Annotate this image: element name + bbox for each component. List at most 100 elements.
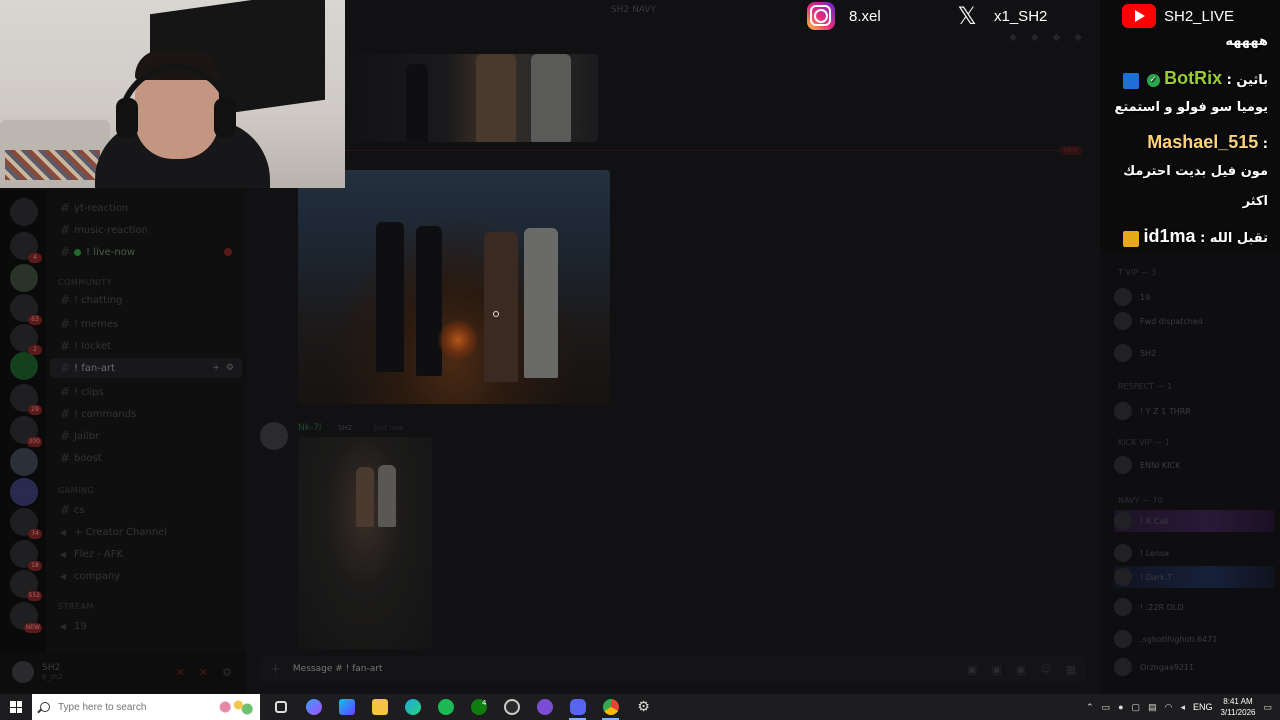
server-icon[interactable] (10, 448, 38, 476)
new-badge: NEW (1059, 146, 1082, 155)
mic-muted-icon[interactable]: ✕ (176, 666, 185, 679)
avatar[interactable] (260, 422, 288, 450)
thread-icon[interactable]: ◆ (1009, 32, 1017, 43)
fan-art-image[interactable] (298, 437, 432, 649)
server-icon[interactable]: NEW (10, 602, 42, 633)
server-icon[interactable]: 4 (10, 232, 42, 263)
gear-icon[interactable]: ⚙ (226, 363, 234, 373)
server-icon[interactable] (10, 198, 38, 226)
channel-item[interactable]: #! memes (50, 314, 242, 334)
member-row[interactable]: .sghotlhighoh.6471 (1114, 628, 1274, 650)
server-icon[interactable] (10, 264, 38, 292)
taskbar-app[interactable] (330, 694, 363, 720)
taskbar-app[interactable]: ⚙ (627, 694, 660, 720)
server-icon[interactable] (10, 478, 38, 506)
gift-icon[interactable]: ▣ (967, 663, 977, 676)
unread-badge (224, 248, 232, 256)
voice-channel[interactable]: ◂ company (50, 566, 242, 586)
member-row[interactable]: ! Lenox (1114, 542, 1274, 564)
taskbar-app[interactable] (363, 694, 396, 720)
server-icon[interactable]: 18 (10, 540, 42, 571)
voice-channel[interactable]: ◂ Flez - AFK (50, 544, 242, 564)
taskbar-app[interactable] (396, 694, 429, 720)
language-indicator[interactable]: ENG (1193, 702, 1213, 712)
member-row[interactable]: ! R Cali (1114, 510, 1274, 532)
member-row[interactable]: Fwd dispatched (1114, 310, 1274, 332)
member-row[interactable]: ! Y Z 1 THRR (1114, 400, 1274, 422)
avatar[interactable] (12, 661, 34, 683)
taskbar-app[interactable] (528, 694, 561, 720)
volume-icon[interactable]: ◂ (1180, 702, 1185, 713)
fan-art-image[interactable] (298, 170, 610, 404)
taskbar-app[interactable]: 4 (462, 694, 495, 720)
taskbar-app-discord[interactable] (561, 694, 594, 720)
taskbar-app[interactable] (297, 694, 330, 720)
server-rail: 4 63 2 29 300 34 18 552 NEW (0, 190, 46, 690)
member-row[interactable]: ENNI KICK (1114, 454, 1274, 476)
message-author[interactable]: Nk-7l (298, 423, 321, 433)
channel-item[interactable]: #! commands (50, 404, 242, 424)
notification-icon[interactable]: ▭ (1263, 702, 1272, 713)
category-label[interactable]: STREAM (58, 602, 94, 611)
member-row[interactable]: SH2 (1114, 342, 1274, 364)
role-tag: SH2 (338, 424, 353, 432)
app-tray-icon[interactable]: ▤ (1148, 702, 1157, 713)
server-icon[interactable] (10, 352, 38, 380)
clock[interactable]: 8:41 AM 3/11/2026 (1220, 696, 1255, 718)
server-icon[interactable]: 300 (10, 416, 42, 447)
search-input[interactable] (58, 701, 198, 713)
wifi-icon[interactable]: ◠ (1165, 702, 1173, 713)
server-icon[interactable]: 63 (10, 294, 42, 325)
member-category: RESPECT — 1 (1118, 382, 1173, 391)
x-logo-icon: 𝕏 (957, 2, 977, 30)
emoji-icon[interactable]: ☺ (1040, 663, 1051, 676)
member-row[interactable]: Orzngaa9211 (1114, 656, 1274, 678)
sticker-icon[interactable]: ▣ (1016, 663, 1026, 676)
voice-channel[interactable]: ◂ + Creator Channel (50, 522, 242, 542)
channel-item[interactable]: # boost (50, 448, 242, 468)
category-label[interactable]: COMMUNITY (58, 278, 112, 287)
channel-item[interactable]: # cs (50, 500, 242, 520)
chevron-up-icon[interactable]: ⌃ (1086, 702, 1094, 713)
channel-item-live-now[interactable]: # ! live-now (50, 242, 242, 262)
fan-art-image[interactable] (346, 54, 598, 142)
live-dot-icon (74, 248, 81, 256)
start-button[interactable] (0, 694, 32, 720)
plus-icon[interactable]: + (270, 662, 281, 677)
voice-channel[interactable]: ◂ 19 (50, 616, 242, 636)
taskbar-search[interactable] (32, 694, 260, 720)
message-input[interactable] (292, 664, 413, 674)
server-icon[interactable]: 552 (10, 570, 42, 601)
members-icon[interactable]: ◆ (1074, 32, 1082, 43)
channel-item[interactable]: # yt-reaction (50, 198, 242, 218)
server-icon[interactable]: 29 (10, 384, 42, 415)
channel-item-fan-art[interactable]: #! fan-art + ⚙ (50, 358, 242, 378)
mic-icon[interactable]: ● (1118, 702, 1123, 712)
server-icon[interactable]: 34 (10, 508, 42, 539)
member-row[interactable]: 19 (1114, 286, 1274, 308)
apps-icon[interactable]: ▦ (1066, 663, 1076, 676)
member-row[interactable]: ! Dark.T (1114, 566, 1274, 588)
add-member-icon[interactable]: + (212, 363, 220, 373)
category-label[interactable]: gaming (58, 486, 94, 495)
taskbar-app[interactable] (429, 694, 462, 720)
network-icon[interactable]: ▭ (1102, 702, 1111, 713)
server-icon[interactable]: 2 (10, 324, 42, 355)
channel-list: # yt-reaction # music-reaction #! live-now… (46, 190, 246, 650)
task-view-button[interactable] (264, 694, 297, 720)
display-icon[interactable]: ▢ (1132, 702, 1141, 713)
channel-item[interactable]: #! locket (50, 336, 242, 356)
channel-item[interactable]: #! clips (50, 382, 242, 402)
gear-icon[interactable]: ⚙ (222, 666, 232, 679)
headphone-muted-icon[interactable]: ✕ (199, 666, 208, 679)
channel-item[interactable]: # Jailbr (50, 426, 242, 446)
member-row[interactable]: ! .22R DLD (1114, 596, 1274, 618)
pin-icon[interactable]: ◆ (1053, 32, 1061, 43)
gif-icon[interactable]: ▣ (991, 663, 1001, 676)
bell-icon[interactable]: ◆ (1031, 32, 1039, 43)
taskbar-app-chrome[interactable] (594, 694, 627, 720)
channel-item[interactable]: #! chatting (50, 290, 242, 310)
channel-item[interactable]: # music-reaction (50, 220, 242, 240)
taskbar-app[interactable] (495, 694, 528, 720)
clock-date: 3/11/2026 (1220, 708, 1256, 717)
